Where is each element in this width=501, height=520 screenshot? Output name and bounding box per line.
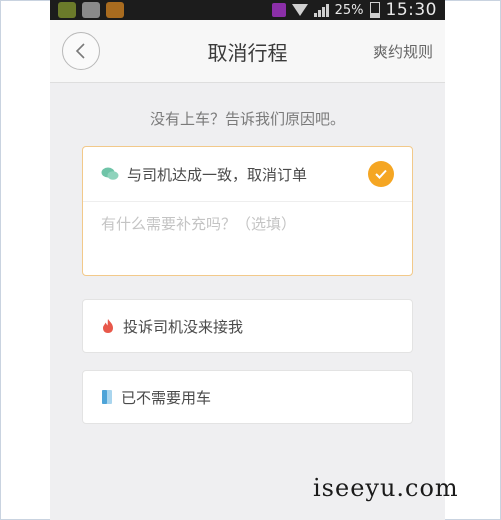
reason-option-driver-no-show[interactable]: 投诉司机没来接我 (82, 299, 413, 353)
reason-option-row: 已不需要用车 (101, 371, 211, 423)
check-icon (368, 161, 394, 187)
signal-icon (313, 3, 329, 17)
clock: 15:30 (385, 0, 437, 20)
notification-icons (58, 2, 124, 18)
reason-option-row: 与司机达成一致，取消订单 (101, 147, 307, 201)
no-show-rules-link[interactable]: 爽约规则 (373, 41, 433, 62)
gallery-notification-icon (82, 2, 100, 18)
reason-option-agreed[interactable]: 与司机达成一致，取消订单 (82, 146, 413, 276)
wifi-icon (291, 4, 308, 16)
watermark-text: iseeyu.com (313, 474, 459, 502)
cancel-reason-prompt: 没有上车？告诉我们原因吧。 (149, 110, 345, 128)
mail-notification-icon (106, 2, 124, 18)
reason-label: 投诉司机没来接我 (123, 317, 244, 336)
door-icon (102, 390, 112, 404)
phone-screen: 25% 15:30 取消行程 爽约规则 没有上车？告诉我们原因吧。 与司机达成一… (50, 0, 445, 520)
reason-label: 已不需要用车 (121, 388, 212, 407)
header-bar: 取消行程 爽约规则 (50, 20, 445, 83)
reason-option-no-longer-needed[interactable]: 已不需要用车 (82, 370, 413, 424)
home-icon (271, 3, 286, 17)
status-bar: 25% 15:30 (50, 0, 445, 20)
status-indicators: 25% 15:30 (271, 0, 437, 20)
reason-label: 与司机达成一致，取消订单 (127, 165, 308, 184)
app-notification-icon (58, 2, 76, 18)
chat-bubble-icon (101, 167, 119, 180)
battery-percent: 25% (334, 2, 364, 18)
reason-option-row: 投诉司机没来接我 (101, 300, 243, 352)
flame-icon (103, 319, 113, 333)
divider (83, 201, 412, 202)
supplement-input[interactable] (101, 209, 391, 239)
battery-icon (369, 2, 380, 18)
